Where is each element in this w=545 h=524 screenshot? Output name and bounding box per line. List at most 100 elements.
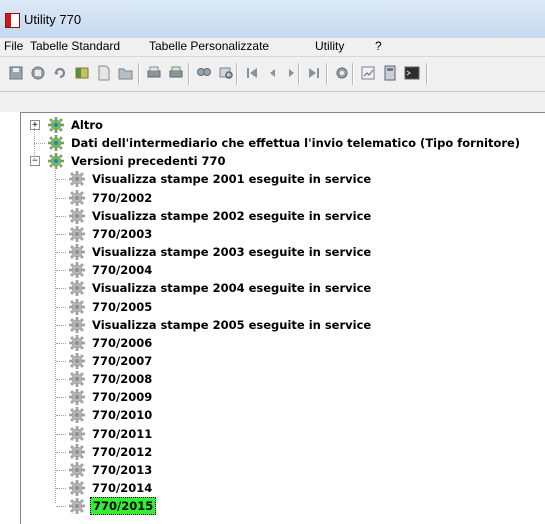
gear-icon — [68, 407, 86, 424]
calculator-icon[interactable] — [382, 65, 398, 81]
tree-node-label: Visualizza stampe 2005 eseguite in servi… — [92, 317, 372, 332]
gear-icon — [68, 389, 86, 406]
print-icon[interactable] — [146, 65, 162, 81]
gear-icon — [68, 334, 86, 352]
table-icon[interactable] — [74, 65, 90, 81]
gear-tool-icon[interactable] — [334, 65, 350, 81]
gear-icon — [68, 189, 86, 206]
chart-icon[interactable] — [360, 65, 376, 81]
menu-utility[interactable]: Utility — [315, 39, 344, 53]
toolbar-separator — [298, 63, 300, 85]
gear-icon — [68, 207, 86, 224]
gear-icon — [68, 243, 86, 261]
tree-connector-line — [56, 379, 66, 381]
gear-icon — [68, 316, 86, 333]
gear-icon — [68, 225, 86, 243]
gear-icon — [68, 425, 86, 442]
toolbar-separator — [326, 63, 328, 85]
tree-node-label: 770/2013 — [92, 462, 153, 477]
tree-connector-line — [56, 342, 66, 344]
tree-node-label: Versioni precedenti 770 — [71, 154, 226, 169]
gear-icon — [47, 153, 65, 170]
new-document-icon[interactable] — [96, 65, 112, 81]
toolbar-separator — [352, 63, 354, 85]
tree-node-label: 770/2003 — [92, 226, 153, 241]
tree-node-label: Altro — [71, 118, 103, 132]
open-folder-icon[interactable] — [118, 65, 134, 81]
tree-node-label: Visualizza stampe 2001 eseguite in servi… — [92, 172, 372, 187]
tree-connector-line — [56, 197, 66, 199]
toolbar-spacer — [0, 92, 545, 112]
tree-node-label: Dati dell'intermediario che effettua l'i… — [71, 136, 521, 151]
toolbar-separator — [426, 63, 428, 85]
last-record-icon[interactable] — [306, 65, 322, 81]
tree-connector-line — [56, 215, 66, 217]
tree-connector-line — [56, 397, 66, 399]
tree-connector-line — [34, 125, 35, 162]
tree-node-label: 770/2010 — [92, 408, 153, 423]
tree-node-label: 770/2009 — [92, 390, 153, 405]
menu-bar: File Tabelle Standard Tabelle Personaliz… — [0, 38, 545, 57]
tree-connector-line — [56, 451, 66, 453]
app-icon — [5, 13, 20, 28]
tree-connector-line — [56, 506, 66, 508]
menu-tabelle-personalizzate[interactable]: Tabelle Personalizzate — [149, 39, 269, 53]
tree-view[interactable]: Altro + Dati dell'intermediario che effett… — [20, 112, 545, 524]
toolbar-separator — [236, 63, 238, 85]
tree-node-label: Visualizza stampe 2003 eseguite in servi… — [92, 245, 372, 260]
gear-icon — [68, 298, 86, 315]
terminal-icon[interactable] — [404, 65, 420, 81]
tree-connector-line — [56, 433, 66, 435]
stop-icon[interactable] — [30, 65, 46, 81]
toolbar — [0, 57, 545, 92]
gear-icon — [68, 443, 86, 460]
tree-connector-line — [56, 415, 66, 417]
menu-tabelle-standard[interactable]: Tabelle Standard — [30, 39, 120, 53]
tree-node-label: 770/2012 — [92, 444, 153, 459]
tree-node-label: Visualizza stampe 2002 eseguite in servi… — [92, 208, 372, 223]
collapse-icon[interactable]: − — [30, 156, 40, 167]
gear-icon — [47, 134, 65, 152]
tree-connector-line — [56, 288, 66, 290]
first-record-icon[interactable] — [244, 65, 260, 81]
title-bar: Utility 770 — [0, 0, 545, 39]
save-icon[interactable] — [8, 65, 24, 81]
gear-icon — [68, 370, 86, 388]
find-icon[interactable] — [196, 65, 212, 81]
gear-icon — [68, 171, 86, 188]
search-record-icon[interactable] — [218, 65, 234, 81]
tree-connector-line — [56, 360, 66, 362]
tree-connector-line — [56, 324, 66, 326]
tree-node-label: 770/2006 — [92, 335, 153, 350]
gear-icon — [68, 479, 86, 497]
toolbar-separator — [138, 63, 140, 85]
tree-node-label: 770/2011 — [92, 426, 153, 441]
gear-icon — [68, 497, 86, 515]
tree-node-label: 770/2008 — [92, 372, 153, 387]
gear-icon — [68, 280, 86, 297]
tree-connector-line — [56, 233, 66, 235]
menu-file[interactable]: File — [4, 39, 23, 53]
tree-connector-line — [56, 179, 66, 181]
tree-node-label: Visualizza stampe 2004 eseguite in servi… — [92, 281, 372, 296]
menu-help[interactable]: ? — [375, 39, 382, 53]
tree-node-label: 770/2014 — [92, 481, 153, 495]
gear-icon — [47, 116, 65, 134]
prev-record-icon[interactable] — [264, 65, 280, 81]
print-preview-icon[interactable] — [168, 65, 184, 81]
tree-node-label: 770/2005 — [92, 299, 153, 314]
tree-connector-line — [56, 488, 66, 489]
gear-icon — [68, 261, 86, 279]
tree-node-label: 770/2007 — [92, 353, 153, 368]
gear-icon — [68, 461, 86, 479]
tree-node-label: 770/2004 — [92, 263, 153, 278]
tree-node-label: 770/2002 — [92, 190, 153, 205]
expand-icon[interactable]: + — [30, 120, 40, 130]
refresh-icon[interactable] — [52, 65, 68, 81]
tree-connector-line — [56, 306, 66, 308]
window-title: Utility 770 — [24, 12, 82, 27]
tree-connector-line — [34, 143, 45, 145]
tree-connector-line — [56, 270, 66, 272]
tree-node-label-selected: 770/2015 — [90, 497, 157, 516]
tree-connector-line — [56, 469, 66, 471]
